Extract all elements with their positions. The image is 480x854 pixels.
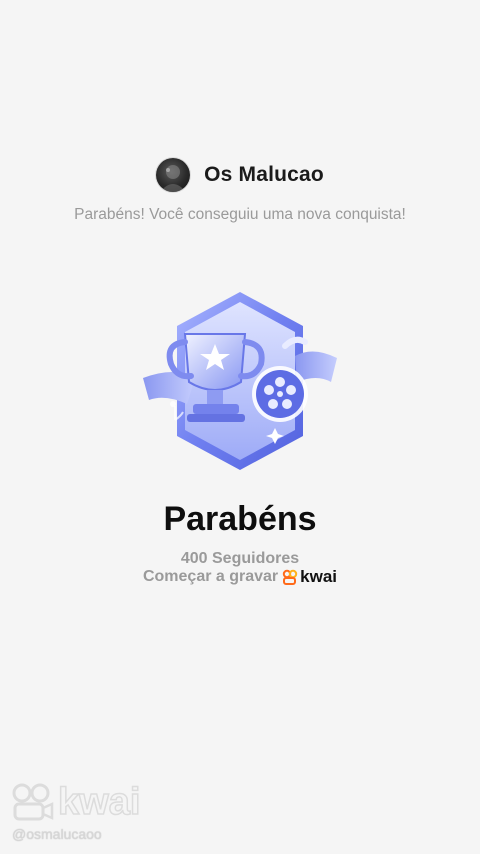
record-label: Começar a gravar: [142, 568, 279, 585]
profile-header: Os Malucao: [0, 158, 480, 192]
avatar[interactable]: [156, 158, 191, 192]
watermark: kwai @osmalucaoo: [10, 781, 141, 842]
watermark-handle: @osmalucaoo: [12, 826, 102, 842]
trophy-badge-icon: [135, 286, 345, 476]
avatar-image-icon: [160, 165, 187, 192]
kwai-brand-text: kwai: [300, 567, 338, 586]
kwai-watermark-logo-icon: [12, 783, 54, 821]
watermark-brand-text: kwai: [57, 781, 141, 823]
watermark-brand: kwai: [10, 781, 141, 823]
record-prompt[interactable]: Começar a gravar kwai: [0, 567, 480, 587]
followers-count: 400 Seguidores: [180, 550, 300, 567]
kwai-logo-icon: [282, 569, 298, 585]
achievement-title: Parabéns: [163, 500, 317, 538]
achievement-subtitle: Parabéns! Você conseguiu uma nova conqui…: [74, 206, 406, 223]
username[interactable]: Os Malucao: [204, 163, 324, 187]
